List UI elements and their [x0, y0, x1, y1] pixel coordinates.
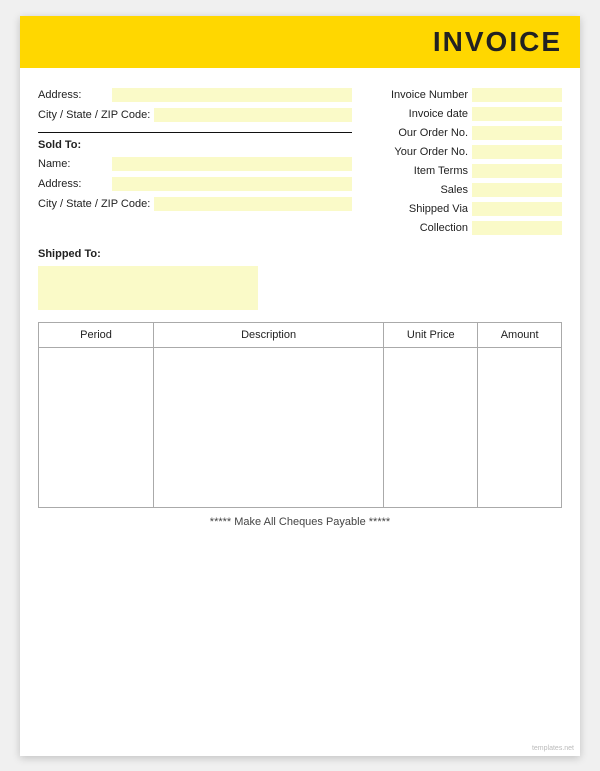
sales-input[interactable]: [472, 183, 562, 197]
footer-text: ***** Make All Cheques Payable *****: [38, 516, 562, 528]
invoice-table: Period Description Unit Price Amount: [38, 322, 562, 508]
name-input[interactable]: [112, 157, 352, 171]
city2-row: City / State / ZIP Code:: [38, 197, 352, 211]
shipped-to-label: Shipped To:: [38, 248, 562, 260]
description-cell[interactable]: [154, 347, 384, 507]
left-section: Address: City / State / ZIP Code: Sold T…: [38, 88, 352, 240]
col-amount: Amount: [478, 322, 562, 347]
city2-input[interactable]: [154, 197, 352, 211]
name-label: Name:: [38, 158, 108, 170]
col-period: Period: [39, 322, 154, 347]
invoice-date-input[interactable]: [472, 107, 562, 121]
period-cell[interactable]: [39, 347, 154, 507]
address2-input[interactable]: [112, 177, 352, 191]
amount-cell[interactable]: [478, 347, 562, 507]
item-terms-row: Item Terms: [362, 164, 562, 178]
address-label: Address:: [38, 89, 108, 101]
your-order-row: Your Order No.: [362, 145, 562, 159]
address-row: Address:: [38, 88, 352, 102]
our-order-label: Our Order No.: [398, 127, 468, 139]
collection-label: Collection: [420, 222, 468, 234]
shipped-via-input[interactable]: [472, 202, 562, 216]
address2-label: Address:: [38, 178, 108, 190]
shipped-via-label: Shipped Via: [409, 203, 468, 215]
our-order-input[interactable]: [472, 126, 562, 140]
item-terms-label: Item Terms: [414, 165, 468, 177]
sold-to-label: Sold To:: [38, 139, 352, 151]
city-input[interactable]: [154, 108, 352, 122]
collection-input[interactable]: [472, 221, 562, 235]
invoice-number-row: Invoice Number: [362, 88, 562, 102]
address2-row: Address:: [38, 177, 352, 191]
invoice-title: INVOICE: [433, 26, 562, 58]
name-row: Name:: [38, 157, 352, 171]
body-area: Address: City / State / ZIP Code: Sold T…: [20, 68, 580, 538]
our-order-row: Our Order No.: [362, 126, 562, 140]
invoice-date-label: Invoice date: [409, 108, 468, 120]
city-row: City / State / ZIP Code:: [38, 108, 352, 122]
city-label: City / State / ZIP Code:: [38, 109, 150, 121]
your-order-label: Your Order No.: [394, 146, 468, 158]
sales-label: Sales: [440, 184, 468, 196]
invoice-number-input[interactable]: [472, 88, 562, 102]
address-input[interactable]: [112, 88, 352, 102]
right-section: Invoice Number Invoice date Our Order No…: [362, 88, 562, 240]
item-terms-input[interactable]: [472, 164, 562, 178]
invoice-number-label: Invoice Number: [391, 89, 468, 101]
invoice-header: INVOICE: [20, 16, 580, 68]
table-header-row: Period Description Unit Price Amount: [39, 322, 562, 347]
collection-row: Collection: [362, 221, 562, 235]
invoice-date-row: Invoice date: [362, 107, 562, 121]
watermark: templates.net: [532, 745, 574, 752]
top-section: Address: City / State / ZIP Code: Sold T…: [38, 88, 562, 240]
unit-price-cell[interactable]: [384, 347, 478, 507]
table-row: [39, 347, 562, 507]
sales-row: Sales: [362, 183, 562, 197]
city2-label: City / State / ZIP Code:: [38, 198, 150, 210]
your-order-input[interactable]: [472, 145, 562, 159]
shipped-to-input[interactable]: [38, 266, 258, 310]
shipped-via-row: Shipped Via: [362, 202, 562, 216]
col-description: Description: [154, 322, 384, 347]
sold-to-divider: [38, 132, 352, 133]
col-unit-price: Unit Price: [384, 322, 478, 347]
invoice-page: INVOICE Address: City / State / ZIP Code…: [20, 16, 580, 756]
